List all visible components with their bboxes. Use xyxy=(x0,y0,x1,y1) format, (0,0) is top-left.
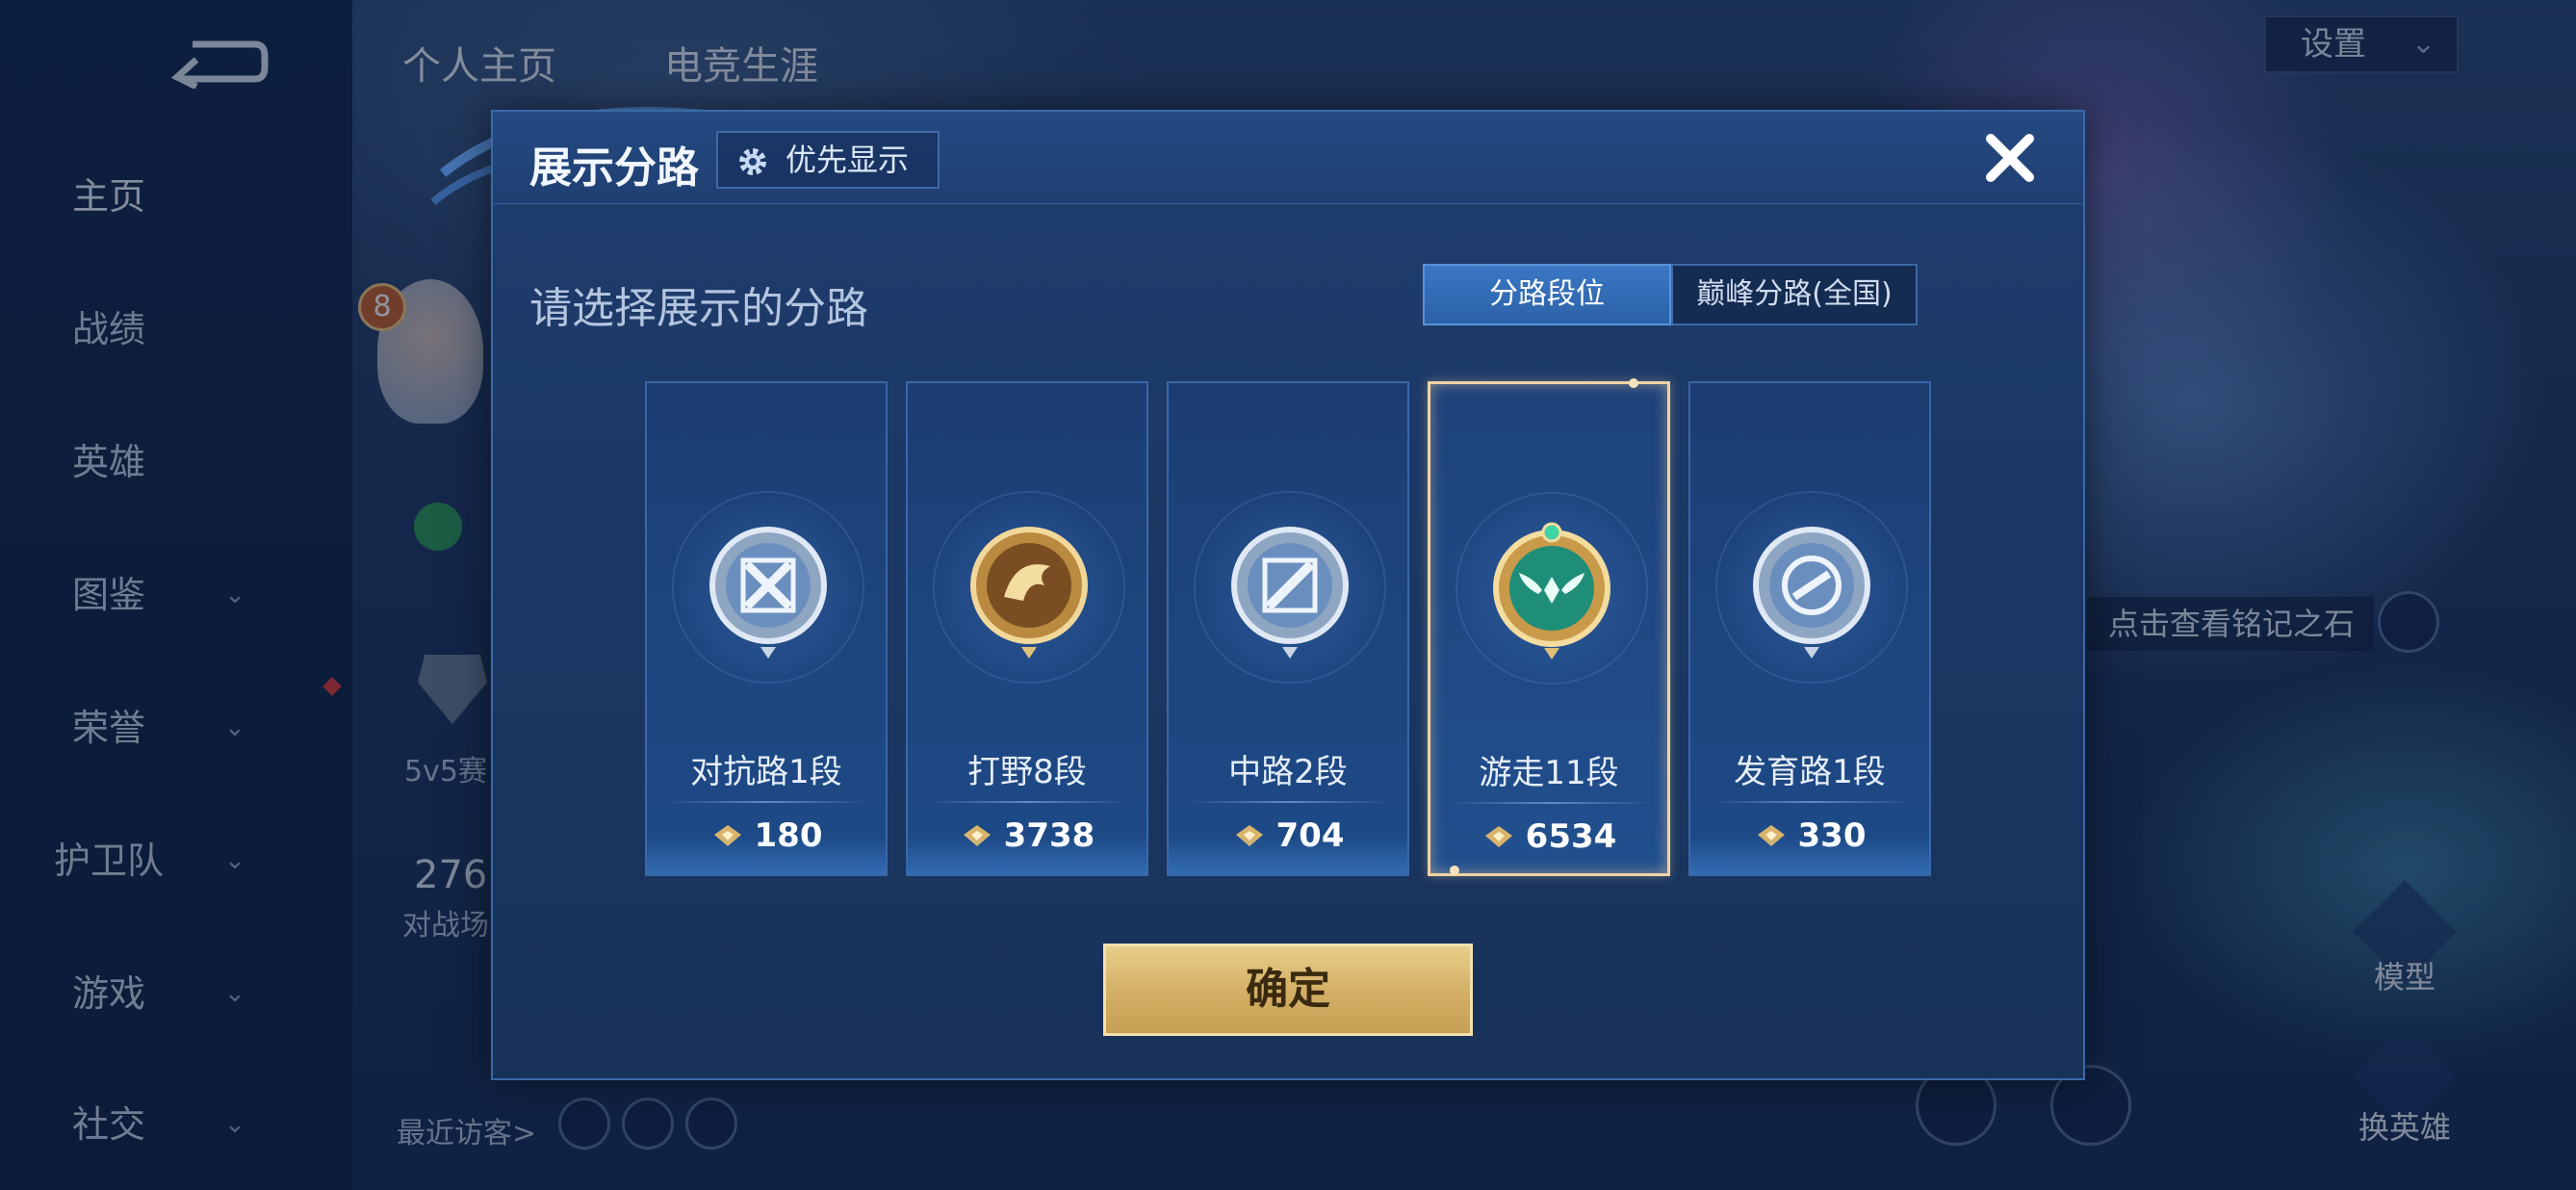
card-glow xyxy=(908,836,1146,874)
silver-cross-badge-icon xyxy=(709,527,827,659)
divider xyxy=(1188,801,1390,803)
silver-s-badge-icon xyxy=(1753,527,1870,659)
lane-name: 对抗路1段 xyxy=(690,753,842,791)
confirm-button[interactable]: 确定 xyxy=(1103,944,1473,1036)
lane-name: 游走11段 xyxy=(1479,754,1619,792)
divider xyxy=(1450,802,1652,804)
emerald-wing-badge-icon xyxy=(1493,522,1610,660)
lane-name: 中路2段 xyxy=(1228,753,1348,791)
dialog-subtitle: 请选择展示的分路 xyxy=(529,284,868,333)
divider xyxy=(666,801,868,803)
lane-score: 6534 xyxy=(1430,817,1667,856)
close-icon[interactable] xyxy=(1979,127,2041,189)
divider xyxy=(1710,801,1912,803)
tab-lane-rank[interactable]: 分路段位 xyxy=(1423,264,1671,325)
selection-corner xyxy=(1629,378,1638,388)
card-glow xyxy=(1690,836,1929,874)
dialog-title: 展示分路 xyxy=(529,143,699,193)
lane-card-jungle[interactable]: 打野8段 3738 xyxy=(906,381,1148,876)
card-glow xyxy=(647,836,886,874)
gold-dragon-badge-icon xyxy=(970,527,1088,659)
divider xyxy=(927,801,1129,803)
points-icon xyxy=(1484,826,1512,847)
lane-card-adc[interactable]: 发育路1段 330 xyxy=(1688,381,1931,876)
tab-peak-lane[interactable]: 巅峰分路(全国) xyxy=(1671,264,1918,325)
silver-slash-badge-icon xyxy=(1231,527,1349,659)
lane-name: 打野8段 xyxy=(967,753,1087,791)
selection-corner xyxy=(1450,866,1459,875)
lane-name: 发育路1段 xyxy=(1734,753,1886,791)
priority-display-button[interactable]: 优先显示 xyxy=(716,131,940,189)
lane-display-dialog: 展示分路 优先显示 请选择展示的分路 分路段位 巅峰分路(全国) 对抗路1段 1… xyxy=(491,110,2085,1080)
lane-card-top[interactable]: 对抗路1段 180 xyxy=(645,381,888,876)
card-glow xyxy=(1169,836,1407,874)
lane-card-mid[interactable]: 中路2段 704 xyxy=(1167,381,1409,876)
gear-icon xyxy=(739,148,766,175)
lane-card-roam[interactable]: 游走11段 6534 xyxy=(1428,378,1670,876)
